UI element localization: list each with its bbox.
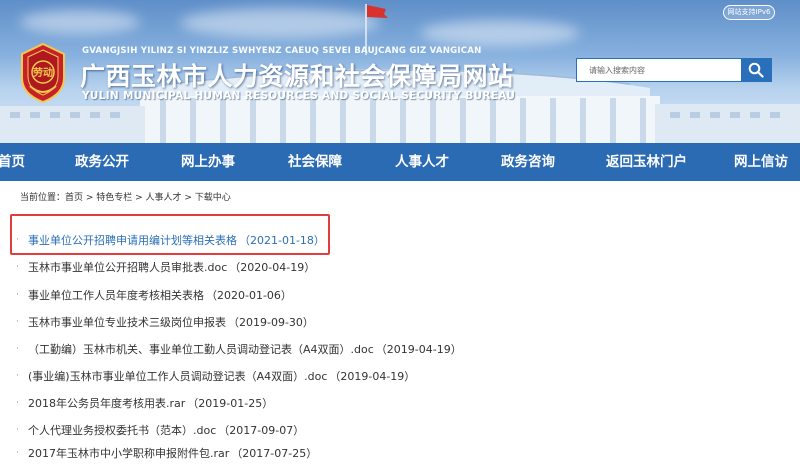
bullet-icon: · bbox=[16, 344, 19, 354]
main-nav: 首页 政务公开 网上办事 社会保障 人事人才 政务咨询 返回玉林门户 网上信访 bbox=[0, 143, 800, 181]
download-link[interactable]: 个人代理业务授权委托书（范本）.doc （2017-09-07） bbox=[28, 422, 304, 438]
emblem-text: 劳动 bbox=[33, 66, 53, 79]
bullet-icon: · bbox=[16, 317, 19, 327]
download-link[interactable]: (事业编)玉林市事业单位工作人员调动登记表（A4双面）.doc （2019-04-… bbox=[28, 368, 415, 384]
download-link[interactable]: （工勤编）玉林市机关、事业单位工勤人员调动登记表（A4双面）.doc （2019-… bbox=[28, 341, 462, 357]
bullet-icon: · bbox=[16, 262, 19, 272]
list-item: · 2017年玉林市中小学职称申报附件包.rar （2017-07-25） bbox=[16, 442, 800, 468]
site-title-english: YULIN MUNICIPAL HUMAN RESOURCES AND SOCI… bbox=[82, 90, 516, 102]
download-link[interactable]: 玉林市事业单位公开招聘人员审批表.doc （2020-04-19） bbox=[28, 259, 315, 275]
list-item: · 玉林市事业单位专业技术三级岗位申报表 （2019-09-30） bbox=[16, 311, 800, 337]
nav-item-online-petition[interactable]: 网上信访 bbox=[734, 143, 788, 181]
list-item: · 事业单位工作人员年度考核相关表格 （2020-01-06） bbox=[16, 284, 800, 310]
download-link[interactable]: 2017年玉林市中小学职称申报附件包.rar （2017-07-25） bbox=[28, 445, 317, 461]
nav-item-personnel-talent[interactable]: 人事人才 bbox=[395, 143, 449, 181]
highlight-annotation-box bbox=[10, 214, 330, 255]
list-item: · 玉林市事业单位公开招聘人员审批表.doc （2020-04-19） bbox=[16, 256, 800, 282]
nav-item-online-services[interactable]: 网上办事 bbox=[181, 143, 235, 181]
nav-item-government-affairs[interactable]: 政务公开 bbox=[75, 143, 129, 181]
download-link[interactable]: 玉林市事业单位专业技术三级岗位申报表 （2019-09-30） bbox=[28, 314, 314, 330]
nav-item-yulin-portal[interactable]: 返回玉林门户 bbox=[606, 143, 687, 181]
list-item: · （工勤编）玉林市机关、事业单位工勤人员调动登记表（A4双面）.doc （201… bbox=[16, 338, 800, 364]
nav-item-consultation[interactable]: 政务咨询 bbox=[501, 143, 555, 181]
nav-item-social-security[interactable]: 社会保障 bbox=[288, 143, 342, 181]
labor-emblem-icon: 劳动 bbox=[21, 42, 65, 104]
bullet-icon: · bbox=[16, 448, 19, 458]
bullet-icon: · bbox=[16, 371, 19, 381]
nav-item-home[interactable]: 首页 bbox=[0, 143, 25, 181]
ipv6-badge: 网站支持IPv6 bbox=[723, 5, 775, 20]
search-input[interactable] bbox=[577, 59, 743, 81]
search-box bbox=[576, 58, 772, 82]
site-title-pinyin: GVANGJSIH YILINZ SI YINZLIZ SWHYENZ CAEU… bbox=[82, 46, 482, 56]
search-icon bbox=[748, 62, 764, 78]
download-link[interactable]: 事业单位工作人员年度考核相关表格 （2020-01-06） bbox=[28, 287, 292, 303]
bullet-icon: · bbox=[16, 398, 19, 408]
site-header: 网站支持IPv6 劳动 GVANGJSIH YILINZ SI YINZLIZ … bbox=[0, 0, 800, 143]
search-button[interactable] bbox=[741, 58, 772, 82]
list-item: · 2018年公务员年度考核用表.rar （2019-01-25） bbox=[16, 392, 800, 418]
download-link[interactable]: 2018年公务员年度考核用表.rar （2019-01-25） bbox=[28, 395, 273, 411]
list-item: · (事业编)玉林市事业单位工作人员调动登记表（A4双面）.doc （2019-0… bbox=[16, 365, 800, 391]
bullet-icon: · bbox=[16, 425, 19, 435]
bullet-icon: · bbox=[16, 290, 19, 300]
breadcrumb: 当前位置：首页 > 特色专栏 > 人事人才 > 下载中心 bbox=[20, 193, 231, 203]
site-title: 广西玉林市人力资源和社会保障局网站 bbox=[80, 62, 514, 91]
